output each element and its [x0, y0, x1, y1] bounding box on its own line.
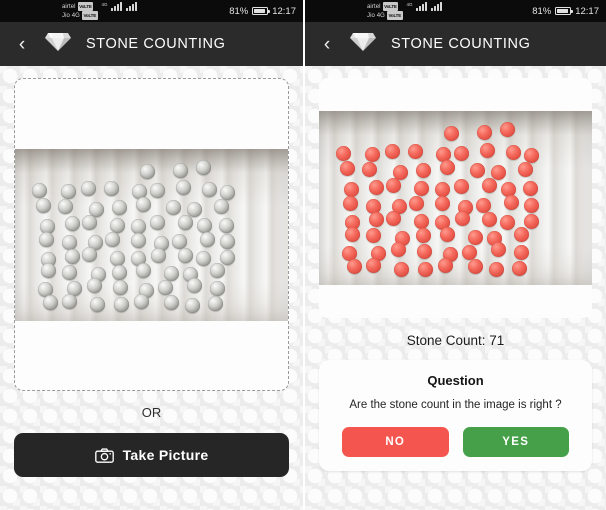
diamond-icon	[349, 31, 377, 58]
network-type-label: 4G	[101, 2, 108, 7]
page-title: STONE COUNTING	[86, 36, 226, 52]
app-bar: ‹ STONE COUNTING	[0, 22, 303, 66]
detected-stones-card[interactable]	[319, 78, 592, 318]
carrier-row-1: airtel VoLTE	[367, 2, 403, 11]
signal-group-1: 4G	[102, 2, 122, 12]
volte-badge-primary: VoLTE	[382, 2, 399, 11]
question-text: Are the stone count in the image is righ…	[349, 399, 562, 411]
detected-stones-image	[319, 111, 592, 285]
app-bar: ‹ STONE COUNTING	[305, 22, 606, 66]
carrier-name-secondary: Jio 4G	[62, 12, 80, 19]
status-bar-left: airtel VoLTE Jio 4G VoLTE 4G	[312, 2, 442, 20]
page-title: STONE COUNTING	[391, 36, 531, 52]
question-title: Question	[427, 373, 484, 388]
back-button[interactable]: ‹	[319, 35, 335, 54]
carrier-info: airtel VoLTE Jio 4G VoLTE	[62, 2, 98, 20]
carrier-info: airtel VoLTE Jio 4G VoLTE	[367, 2, 403, 20]
network-type-label: 4G	[406, 2, 413, 7]
capture-content: OR Take Picture	[0, 66, 303, 510]
carrier-row-1: airtel VoLTE	[62, 2, 98, 11]
question-actions: NO YES	[331, 427, 580, 457]
carrier-name-primary: airtel	[62, 3, 76, 10]
image-drop-area[interactable]	[14, 78, 289, 391]
photo-vignette	[15, 149, 288, 321]
signal-group-2	[125, 2, 137, 12]
screen-result-step: airtel VoLTE Jio 4G VoLTE 4G 81% 12:17 ‹…	[303, 0, 606, 510]
photo-vignette	[319, 111, 592, 285]
stone-count-label: Stone Count: 71	[406, 333, 505, 348]
battery-percent-label: 81%	[229, 5, 249, 17]
question-card: Question Are the stone count in the imag…	[319, 360, 592, 471]
battery-icon	[555, 7, 573, 15]
or-separator-label: OR	[141, 405, 162, 420]
result-content: Stone Count: 71 Question Are the stone c…	[305, 66, 606, 510]
take-picture-label: Take Picture	[122, 447, 209, 463]
diamond-icon	[44, 31, 72, 58]
back-button[interactable]: ‹	[14, 35, 30, 54]
dual-screenshot-container: airtel VoLTE Jio 4G VoLTE 4G 81% 12:17 ‹…	[0, 0, 606, 510]
battery-icon	[252, 7, 270, 15]
volte-badge-secondary: VoLTE	[386, 11, 403, 20]
battery-percent-label: 81%	[532, 5, 552, 17]
status-bar: airtel VoLTE Jio 4G VoLTE 4G 81% 12:17	[305, 0, 606, 22]
carrier-name-secondary: Jio 4G	[367, 12, 385, 19]
signal-bars-icon-2	[125, 2, 137, 11]
status-bar-right: 81% 12:17	[532, 6, 599, 17]
camera-icon	[94, 447, 114, 463]
signal-group-2	[430, 2, 442, 12]
status-bar-left: airtel VoLTE Jio 4G VoLTE 4G	[7, 2, 137, 20]
status-bar-right: 81% 12:17	[229, 6, 296, 17]
clock-label: 12:17	[272, 5, 296, 17]
carrier-row-2: Jio 4G VoLTE	[367, 11, 403, 20]
screen-capture-step: airtel VoLTE Jio 4G VoLTE 4G 81% 12:17 ‹…	[0, 0, 303, 510]
clock-label: 12:17	[575, 5, 599, 17]
carrier-name-primary: airtel	[367, 3, 381, 10]
answer-no-button[interactable]: NO	[342, 427, 449, 457]
take-picture-button[interactable]: Take Picture	[14, 433, 289, 477]
volte-badge-primary: VoLTE	[77, 2, 94, 11]
signal-bars-icon-1	[415, 2, 427, 11]
signal-bars-icon-2	[430, 2, 442, 11]
carrier-row-2: Jio 4G VoLTE	[62, 11, 98, 20]
selected-stone-photo	[15, 148, 288, 321]
answer-yes-button[interactable]: YES	[462, 427, 569, 457]
signal-bars-icon-1	[110, 2, 122, 11]
volte-badge-secondary: VoLTE	[81, 11, 98, 20]
status-bar: airtel VoLTE Jio 4G VoLTE 4G 81% 12:17	[0, 0, 303, 22]
signal-group-1: 4G	[407, 2, 427, 12]
